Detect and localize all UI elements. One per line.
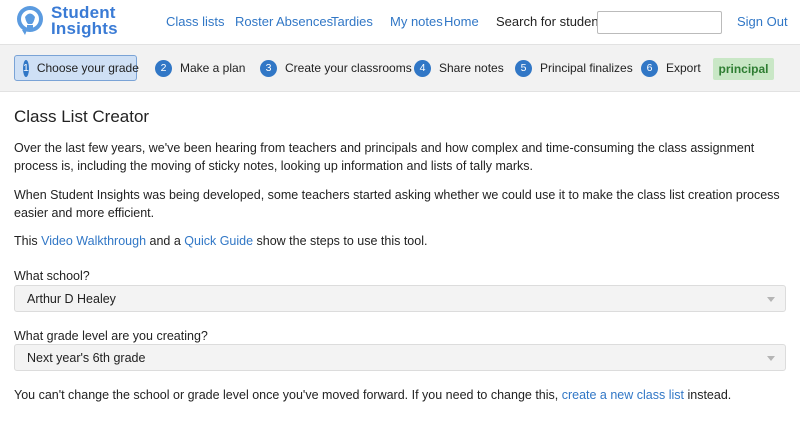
step-label: Choose your grade: [36, 61, 139, 75]
logo-line-2: Insights: [51, 19, 118, 38]
intro-paragraph-1: Over the last few years, we've been hear…: [14, 141, 755, 173]
step-export[interactable]: 6 Export: [641, 55, 701, 81]
page-title: Class List Creator: [14, 107, 150, 126]
student-search-input[interactable]: [597, 11, 722, 34]
step-number: 4: [414, 59, 431, 77]
step-label: Principal finalizes: [540, 61, 633, 75]
quick-guide-link[interactable]: Quick Guide: [184, 234, 253, 248]
step-label: Share notes: [439, 61, 504, 75]
intro-paragraph-2: When Student Insights was being develope…: [14, 188, 780, 220]
video-walkthrough-link[interactable]: Video Walkthrough: [41, 234, 146, 248]
role-badge: principal: [713, 58, 774, 80]
para3-prefix: This: [14, 234, 42, 248]
footer-note: You can't change the school or grade lev…: [14, 386, 786, 404]
step-label: Create your classrooms: [285, 61, 412, 75]
chevron-down-icon: [767, 297, 775, 302]
para3-suffix: show the steps to use this tool.: [253, 234, 428, 248]
step-number: 2: [155, 59, 172, 77]
nav-tardies[interactable]: Tardies: [331, 14, 373, 29]
step-choose-grade[interactable]: 1 Choose your grade: [14, 55, 139, 81]
step-number: 3: [260, 59, 277, 77]
step-create-classrooms[interactable]: 3 Create your classrooms: [260, 55, 412, 81]
top-nav: Student Insights Class lists Roster Abse…: [0, 0, 800, 44]
step-share-notes[interactable]: 4 Share notes: [414, 55, 504, 81]
footer-prefix: You can't change the school or grade lev…: [14, 388, 562, 402]
step-label: Export: [666, 61, 701, 75]
school-select-value: Arthur D Healey: [27, 291, 116, 306]
step-number: 5: [515, 59, 532, 77]
intro-paragraph-3: This Video Walkthrough and a Quick Guide…: [14, 232, 786, 250]
nav-my-notes[interactable]: My notes: [390, 14, 443, 29]
para3-mid: and a: [146, 234, 185, 248]
grade-select-value: Next year's 6th grade: [27, 350, 146, 365]
school-select[interactable]: Arthur D Healey: [14, 285, 786, 312]
nav-roster[interactable]: Roster: [235, 14, 273, 29]
school-label: What school?: [14, 269, 90, 283]
sign-out-link[interactable]: Sign Out: [737, 14, 788, 29]
footer-suffix: instead.: [684, 388, 732, 402]
grade-select[interactable]: Next year's 6th grade: [14, 344, 786, 371]
step-label: Make a plan: [180, 61, 246, 75]
step-make-plan[interactable]: 2 Make a plan: [155, 55, 245, 81]
app-logo-text: Student Insights: [51, 4, 118, 38]
lightbulb-logo-icon: [17, 6, 43, 35]
nav-class-lists[interactable]: Class lists: [166, 14, 225, 29]
grade-label: What grade level are you creating?: [14, 329, 208, 343]
search-label: Search for student:: [496, 14, 606, 29]
step-number: 1: [23, 59, 29, 77]
nav-absences[interactable]: Absences: [276, 14, 333, 29]
app-logo[interactable]: Student Insights: [13, 4, 118, 38]
nav-home[interactable]: Home: [444, 14, 479, 29]
step-principal-finalizes[interactable]: 5 Principal finalizes: [515, 55, 633, 81]
chevron-down-icon: [767, 356, 775, 361]
step-number: 6: [641, 59, 658, 77]
create-new-class-list-link[interactable]: create a new class list: [562, 388, 684, 402]
